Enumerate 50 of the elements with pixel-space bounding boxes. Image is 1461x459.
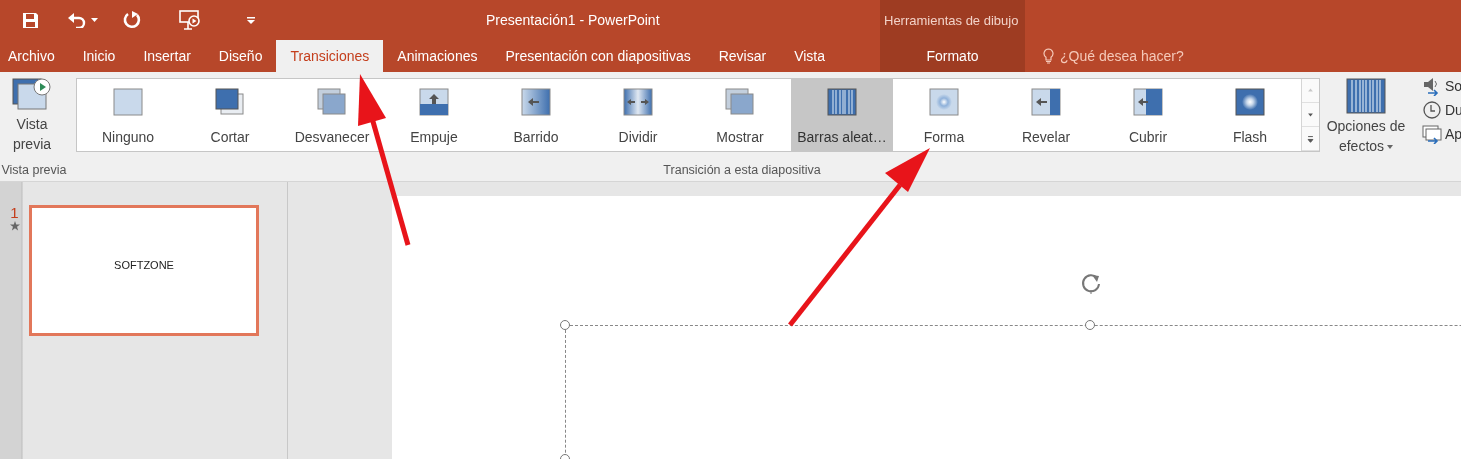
slide-text: SOFTZONE xyxy=(114,258,174,271)
save-icon[interactable] xyxy=(22,11,39,29)
fade-slide-icon xyxy=(317,88,347,116)
timing-option[interactable]: Ap xyxy=(1445,126,1461,142)
ribbon-tab[interactable]: Revisar xyxy=(704,40,781,72)
wipe-slide-icon xyxy=(521,88,551,116)
slideshow-icon[interactable] xyxy=(179,10,201,30)
resize-handle[interactable] xyxy=(1085,320,1095,330)
slide-number: 1 xyxy=(10,205,19,221)
caret-icon xyxy=(1387,145,1394,150)
uncover-slide-icon xyxy=(1031,88,1061,116)
group-label: Vista previa xyxy=(0,162,68,179)
blank-slide-icon xyxy=(113,88,143,116)
apply-all-icon xyxy=(1422,124,1442,144)
rotate-handle-icon[interactable] xyxy=(1080,272,1102,294)
timing-option[interactable]: Du xyxy=(1445,102,1461,118)
contextual-group-title: Herramientas de dibujo xyxy=(884,12,1019,28)
caret-icon[interactable] xyxy=(91,18,98,22)
lightbulb-icon xyxy=(1043,48,1054,64)
redo-icon[interactable] xyxy=(123,11,141,29)
window-title: Presentación1 - PowerPoint xyxy=(486,12,660,28)
preview-button[interactable]: Vista previa xyxy=(0,72,68,161)
bars-slide-icon xyxy=(827,88,857,116)
push-slide-icon xyxy=(419,88,449,116)
circle-slide-icon xyxy=(929,88,959,116)
cut-slide-icon xyxy=(215,88,245,116)
slide-thumbnail[interactable]: SOFTZONE xyxy=(29,205,259,336)
flash-slide-icon xyxy=(1235,88,1265,116)
resize-handle[interactable] xyxy=(560,320,570,330)
reveal-slide-icon xyxy=(725,88,755,116)
ribbon-tab[interactable]: Formato xyxy=(880,40,1025,72)
group-label: Transición a esta diapositiva xyxy=(662,162,822,179)
clock-icon xyxy=(1422,100,1442,120)
split-slide-icon xyxy=(623,88,653,116)
bars-icon xyxy=(1346,78,1386,114)
undo-icon[interactable] xyxy=(67,12,87,28)
customize-icon[interactable] xyxy=(247,16,255,24)
effect-options-button[interactable]: Opciones de efectos xyxy=(1320,72,1412,161)
ribbon-tab[interactable]: Animaciones xyxy=(383,40,492,72)
ribbon-tab[interactable]: Presentación con diapositivas xyxy=(491,40,705,72)
ribbon-tab[interactable]: Insertar xyxy=(129,40,205,72)
ribbon-tab[interactable]: Archivo xyxy=(0,40,69,72)
transition-option[interactable]: Barras aleat… xyxy=(791,79,893,151)
ribbon-tab[interactable]: Diseño xyxy=(204,40,277,72)
ribbon-tab[interactable]: Transiciones xyxy=(276,40,384,72)
timing-option[interactable]: So xyxy=(1445,78,1461,94)
ribbon-tab[interactable]: Vista xyxy=(780,40,840,72)
tell-me-field[interactable]: ¿Qué desea hacer? xyxy=(1060,48,1184,64)
ribbon-tab[interactable]: Inicio xyxy=(68,40,130,72)
cover-slide-icon xyxy=(1133,88,1163,116)
